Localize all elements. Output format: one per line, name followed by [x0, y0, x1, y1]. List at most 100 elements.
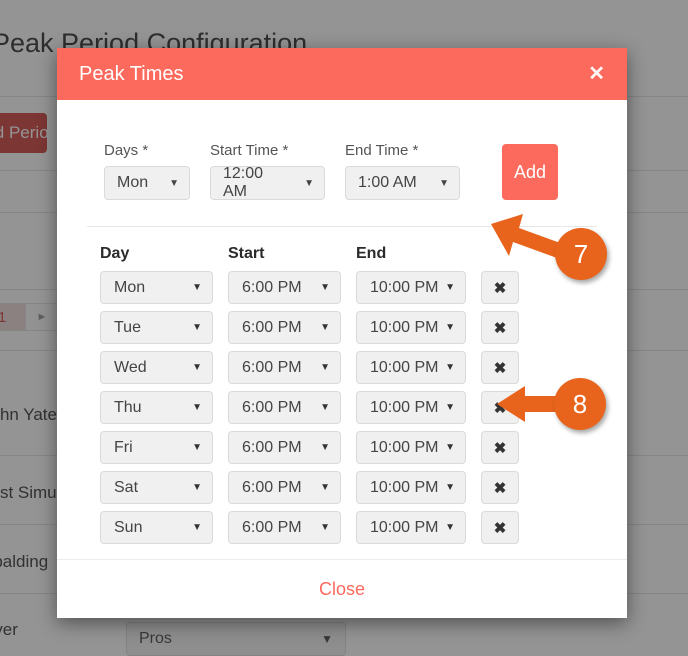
row-end-cell: 10:00 PM ▼ [356, 311, 466, 344]
callout-badge-8: 8 [554, 378, 606, 430]
delete-row-button[interactable]: ✖ [481, 311, 519, 344]
row-start-select[interactable]: 6:00 PM ▼ [228, 311, 341, 344]
chevron-down-icon: ▼ [439, 177, 449, 189]
end-time-select-value: 1:00 AM [358, 174, 417, 191]
chevron-down-icon: ▼ [192, 442, 202, 453]
delete-row-button[interactable]: ✖ [481, 271, 519, 304]
row-start-cell: 6:00 PM ▼ [228, 431, 341, 464]
delete-row-button[interactable]: ✖ [481, 351, 519, 384]
row-end-select[interactable]: 10:00 PM ▼ [356, 351, 466, 384]
row-day-value: Tue [114, 318, 141, 336]
row-day-select[interactable]: Tue ▼ [100, 311, 213, 344]
chevron-down-icon: ▼ [192, 482, 202, 493]
row-day-select[interactable]: Sun ▼ [100, 511, 213, 544]
row-day-select[interactable]: Wed ▼ [100, 351, 213, 384]
row-day-select[interactable]: Thu ▼ [100, 391, 213, 424]
start-time-field: Start Time * 12:00 AM ▼ [210, 142, 325, 200]
row-end-select[interactable]: 10:00 PM ▼ [356, 511, 466, 544]
row-start-cell: 6:00 PM ▼ [228, 311, 341, 344]
chevron-down-icon: ▼ [445, 442, 455, 453]
row-end-cell: 10:00 PM ▼ [356, 391, 466, 424]
days-select[interactable]: Mon ▼ [104, 166, 190, 200]
delete-row-button[interactable]: ✖ [481, 471, 519, 504]
callout-badge-7: 7 [555, 228, 607, 280]
row-day-cell: Sun ▼ [100, 511, 213, 544]
chevron-down-icon: ▼ [320, 282, 330, 293]
table-row: Thu ▼ 6:00 PM ▼ 10:00 PM ▼ ✖ [100, 391, 627, 424]
row-start-cell: 6:00 PM ▼ [228, 271, 341, 304]
row-day-value: Wed [114, 358, 147, 376]
close-icon[interactable]: ✕ [588, 64, 605, 84]
chevron-down-icon: ▼ [320, 322, 330, 333]
row-end-value: 10:00 PM [370, 398, 439, 416]
row-start-select[interactable]: 6:00 PM ▼ [228, 271, 341, 304]
table-row: Tue ▼ 6:00 PM ▼ 10:00 PM ▼ ✖ [100, 311, 627, 344]
close-button[interactable]: Close [319, 579, 365, 600]
row-start-value: 6:00 PM [242, 358, 302, 376]
row-day-select[interactable]: Mon ▼ [100, 271, 213, 304]
row-day-select[interactable]: Sat ▼ [100, 471, 213, 504]
chevron-down-icon: ▼ [192, 402, 202, 413]
row-start-cell: 6:00 PM ▼ [228, 471, 341, 504]
table-body: Mon ▼ 6:00 PM ▼ 10:00 PM ▼ ✖ Tue ▼ 6:00 PM ▼ 10:00 … [100, 271, 627, 544]
chevron-down-icon: ▼ [192, 282, 202, 293]
row-start-cell: 6:00 PM ▼ [228, 511, 341, 544]
chevron-down-icon: ▼ [445, 322, 455, 333]
column-header-start: Start [228, 245, 265, 262]
add-button[interactable]: Add [502, 144, 558, 200]
chevron-down-icon: ▼ [320, 442, 330, 453]
row-day-select[interactable]: Fri ▼ [100, 431, 213, 464]
row-end-value: 10:00 PM [370, 478, 439, 496]
row-start-select[interactable]: 6:00 PM ▼ [228, 471, 341, 504]
row-start-select[interactable]: 6:00 PM ▼ [228, 511, 341, 544]
chevron-down-icon: ▼ [320, 402, 330, 413]
modal-body: Days * Mon ▼ Start Time * 12:00 AM ▼ End… [57, 100, 627, 544]
row-end-value: 10:00 PM [370, 318, 439, 336]
chevron-down-icon: ▼ [304, 177, 314, 189]
row-start-value: 6:00 PM [242, 318, 302, 336]
row-end-value: 10:00 PM [370, 438, 439, 456]
start-time-select[interactable]: 12:00 AM ▼ [210, 165, 325, 200]
row-end-value: 10:00 PM [370, 358, 439, 376]
row-end-value: 10:00 PM [370, 278, 439, 296]
row-day-value: Mon [114, 278, 146, 296]
column-header-day: Day [100, 245, 130, 262]
delete-row-button[interactable]: ✖ [481, 511, 519, 544]
row-day-value: Thu [114, 398, 142, 416]
chevron-down-icon: ▼ [320, 482, 330, 493]
chevron-down-icon: ▼ [169, 177, 179, 189]
days-label: Days * [104, 142, 149, 159]
row-day-value: Fri [114, 438, 133, 456]
row-end-cell: 10:00 PM ▼ [356, 471, 466, 504]
days-field: Days * Mon ▼ [104, 142, 190, 200]
row-end-select[interactable]: 10:00 PM ▼ [356, 391, 466, 424]
close-icon: ✖ [493, 279, 507, 297]
start-time-label: Start Time * [210, 142, 289, 159]
row-end-select[interactable]: 10:00 PM ▼ [356, 471, 466, 504]
delete-row-button[interactable]: ✖ [481, 431, 519, 464]
row-day-value: Sat [114, 478, 139, 496]
chevron-down-icon: ▼ [445, 522, 455, 533]
end-time-select[interactable]: 1:00 AM ▼ [345, 166, 460, 200]
row-start-select[interactable]: 6:00 PM ▼ [228, 351, 341, 384]
row-start-value: 6:00 PM [242, 518, 302, 536]
row-end-cell: 10:00 PM ▼ [356, 431, 466, 464]
table-row: Wed ▼ 6:00 PM ▼ 10:00 PM ▼ ✖ [100, 351, 627, 384]
days-select-value: Mon [117, 174, 149, 191]
row-start-value: 6:00 PM [242, 478, 302, 496]
end-time-field: End Time * 1:00 AM ▼ [345, 142, 460, 200]
row-end-select[interactable]: 10:00 PM ▼ [356, 271, 466, 304]
chevron-down-icon: ▼ [445, 362, 455, 373]
row-end-select[interactable]: 10:00 PM ▼ [356, 431, 466, 464]
row-end-cell: 10:00 PM ▼ [356, 511, 466, 544]
row-start-select[interactable]: 6:00 PM ▼ [228, 431, 341, 464]
peak-times-modal: Peak Times ✕ Days * Mon ▼ Start Time * 1… [57, 48, 627, 618]
row-end-select[interactable]: 10:00 PM ▼ [356, 311, 466, 344]
delete-row-button[interactable]: ✖ [481, 391, 519, 424]
row-end-cell: 10:00 PM ▼ [356, 271, 466, 304]
row-start-select[interactable]: 6:00 PM ▼ [228, 391, 341, 424]
end-time-label: End Time * [345, 142, 419, 159]
close-icon: ✖ [493, 479, 507, 497]
row-day-cell: Mon ▼ [100, 271, 213, 304]
chevron-down-icon: ▼ [192, 362, 202, 373]
